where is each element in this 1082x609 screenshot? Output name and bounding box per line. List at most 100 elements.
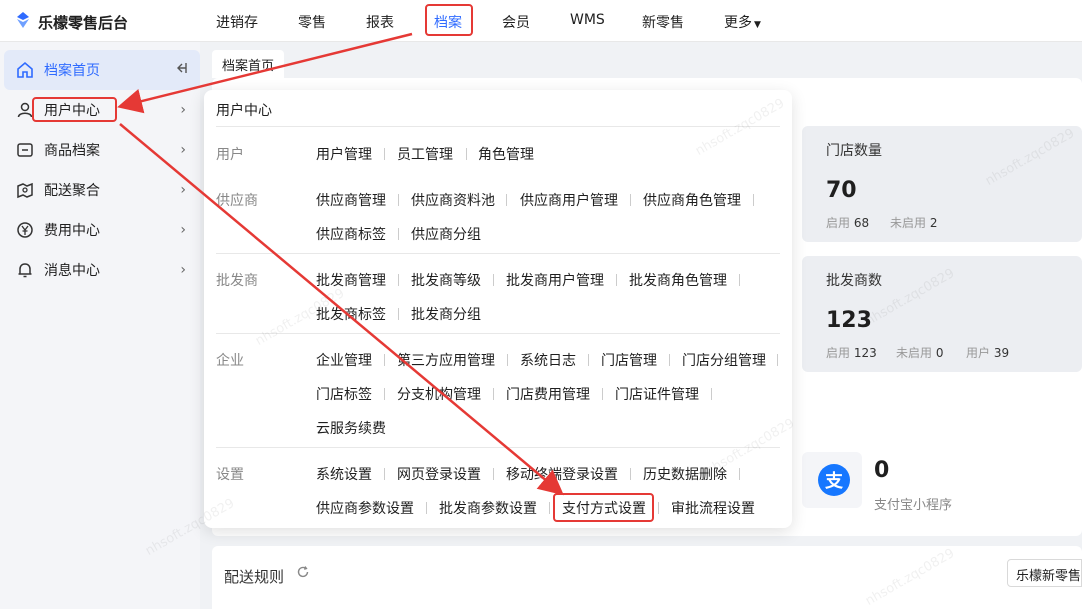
separator xyxy=(506,194,507,206)
alipay-icon: 支 xyxy=(818,464,850,496)
link-store-fee-management[interactable]: 门店费用管理 xyxy=(506,384,590,404)
link-supplier-groups[interactable]: 供应商分组 xyxy=(411,224,481,244)
bell-icon xyxy=(16,261,34,279)
new-retail-select[interactable]: 乐檬新零售 xyxy=(1007,559,1082,587)
highlight-archive xyxy=(425,4,473,36)
separator xyxy=(398,308,399,320)
sidebar-item-expense[interactable]: 费用中心 › xyxy=(0,210,200,250)
separator xyxy=(739,468,740,480)
nav-item-inventory[interactable]: 进销存 xyxy=(216,12,258,32)
tab-archive-home[interactable]: 档案首页 xyxy=(212,50,284,78)
link-wholesaler-groups[interactable]: 批发商分组 xyxy=(411,304,481,324)
refresh-icon[interactable] xyxy=(296,565,310,583)
link-supplier-tags[interactable]: 供应商标签 xyxy=(316,224,386,244)
link-mobile-login-settings[interactable]: 移动终端登录设置 xyxy=(506,464,618,484)
link-user-management[interactable]: 用户管理 xyxy=(316,144,372,164)
link-approval-flow-settings[interactable]: 审批流程设置 xyxy=(671,498,755,518)
link-supplier-param-settings[interactable]: 供应商参数设置 xyxy=(316,498,414,518)
sidebar-item-archive-home[interactable]: 档案首页 xyxy=(4,50,200,90)
separator xyxy=(398,228,399,240)
link-wholesaler-levels[interactable]: 批发商等级 xyxy=(411,270,481,290)
stat-sub-users: 用户 39 xyxy=(966,346,1010,360)
link-store-tags[interactable]: 门店标签 xyxy=(316,384,372,404)
link-system-settings[interactable]: 系统设置 xyxy=(316,464,372,484)
home-icon xyxy=(16,61,34,79)
separator xyxy=(549,502,550,514)
link-branch-management[interactable]: 分支机构管理 xyxy=(397,384,481,404)
separator xyxy=(398,194,399,206)
link-wholesaler-management[interactable]: 批发商管理 xyxy=(316,270,386,290)
sidebar-item-products[interactable]: 商品档案 › xyxy=(0,130,200,170)
link-wholesaler-user-management[interactable]: 批发商用户管理 xyxy=(506,270,604,290)
divider xyxy=(216,253,780,254)
sidebar-item-delivery[interactable]: 配送聚合 › xyxy=(0,170,200,210)
separator xyxy=(630,468,631,480)
alipay-label: 支付宝小程序 xyxy=(874,498,953,513)
link-store-management[interactable]: 门店管理 xyxy=(601,350,657,370)
group-label-enterprise: 企业 xyxy=(216,353,244,369)
link-wholesaler-tags[interactable]: 批发商标签 xyxy=(316,304,386,324)
nav-item-reports[interactable]: 报表 xyxy=(366,12,394,32)
divider xyxy=(216,126,780,127)
divider xyxy=(216,333,780,334)
link-staff-management[interactable]: 员工管理 xyxy=(397,144,453,164)
app-logo[interactable]: 乐檬零售后台 xyxy=(14,11,128,33)
separator xyxy=(493,388,494,400)
stat-title: 批发商数 xyxy=(826,273,882,289)
link-supplier-management[interactable]: 供应商管理 xyxy=(316,190,386,210)
link-role-management[interactable]: 角色管理 xyxy=(478,144,534,164)
nav-item-more[interactable]: 更多 ▼ xyxy=(724,12,761,32)
stat-value: 70 xyxy=(826,178,857,203)
link-system-log[interactable]: 系统日志 xyxy=(520,350,576,370)
link-store-group-management[interactable]: 门店分组管理 xyxy=(682,350,766,370)
stat-value: 123 xyxy=(826,308,872,333)
separator xyxy=(588,354,589,366)
chevron-right-icon: › xyxy=(180,262,186,278)
stat-card-wholesalers: 批发商数 123 启用 123 未启用 0 用户 39 xyxy=(802,256,1082,372)
link-enterprise-management[interactable]: 企业管理 xyxy=(316,350,372,370)
collapse-icon[interactable] xyxy=(174,61,188,79)
caret-down-icon: ▼ xyxy=(754,20,761,30)
link-third-party-apps[interactable]: 第三方应用管理 xyxy=(397,350,495,370)
separator xyxy=(384,354,385,366)
stat-card-stores: 门店数量 70 启用 68 未启用 2 xyxy=(802,126,1082,242)
link-supplier-user-management[interactable]: 供应商用户管理 xyxy=(520,190,618,210)
sidebar-item-label: 档案首页 xyxy=(44,63,100,79)
nav-item-retail[interactable]: 零售 xyxy=(298,12,326,32)
link-supplier-role-management[interactable]: 供应商角色管理 xyxy=(643,190,741,210)
delivery-rules-card: 配送规则 乐檬新零售 xyxy=(212,546,1082,609)
chevron-right-icon: › xyxy=(180,222,186,238)
separator xyxy=(398,274,399,286)
link-web-login-settings[interactable]: 网页登录设置 xyxy=(397,464,481,484)
link-store-license-management[interactable]: 门店证件管理 xyxy=(615,384,699,404)
nav-item-new-retail[interactable]: 新零售 xyxy=(642,12,684,32)
stat-title: 门店数量 xyxy=(826,143,882,159)
link-history-data-delete[interactable]: 历史数据删除 xyxy=(643,464,727,484)
link-supplier-pool[interactable]: 供应商资料池 xyxy=(411,190,495,210)
separator xyxy=(384,148,385,160)
group-label-user: 用户 xyxy=(216,147,244,163)
highlight-payment-method xyxy=(553,493,654,522)
separator xyxy=(753,194,754,206)
sidebar-item-label: 消息中心 xyxy=(44,263,100,279)
box-icon xyxy=(16,141,34,159)
link-wholesaler-param-settings[interactable]: 批发商参数设置 xyxy=(439,498,537,518)
nav-item-member[interactable]: 会员 xyxy=(502,12,530,32)
sidebar-item-messages[interactable]: 消息中心 › xyxy=(0,250,200,290)
separator xyxy=(466,148,467,160)
separator xyxy=(658,502,659,514)
alipay-icon-tile: 支 xyxy=(802,452,862,508)
user-center-menu-panel: 用户中心 用户 用户管理 员工管理 角色管理 供应商 供应商管理 供应商资料池 … xyxy=(204,90,792,528)
stat-sub-enabled: 启用 68 xyxy=(826,216,870,230)
sidebar-item-label: 商品档案 xyxy=(44,143,100,159)
link-cloud-renewal[interactable]: 云服务续费 xyxy=(316,418,386,438)
group-label-settings: 设置 xyxy=(216,467,244,483)
delivery-rules-title: 配送规则 xyxy=(224,568,285,586)
separator xyxy=(669,354,670,366)
nav-item-wms[interactable]: WMS xyxy=(570,12,605,28)
group-label-wholesaler: 批发商 xyxy=(216,273,258,289)
separator xyxy=(493,274,494,286)
link-wholesaler-role-management[interactable]: 批发商角色管理 xyxy=(629,270,727,290)
separator xyxy=(777,354,778,366)
sidebar-item-label: 费用中心 xyxy=(44,223,100,239)
